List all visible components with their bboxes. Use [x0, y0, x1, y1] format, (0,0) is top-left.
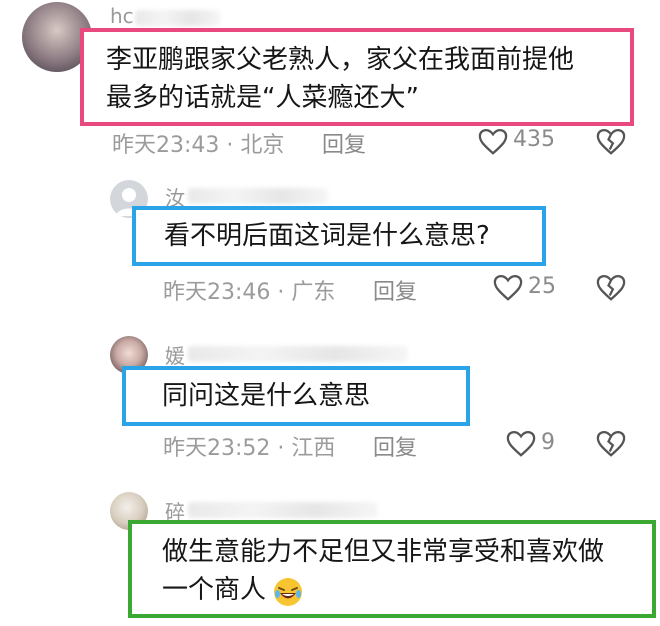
comment-text-line: 同问这是什么意思 [162, 381, 371, 411]
comment-text-box: 看不明后面这词是什么意思? [132, 206, 546, 266]
timestamp-location: 昨天23:43 · 北京 [112, 133, 285, 158]
username-blur [188, 188, 328, 204]
username-blur [188, 346, 408, 362]
like-icon[interactable] [493, 274, 523, 302]
like-icon[interactable] [506, 430, 536, 458]
comment-text-box: 李亚鹏跟家父老熟人，家父在我面前提他 最多的话就是“人菜瘾还大” [80, 28, 634, 126]
comment-text-line: 一个商人 [162, 575, 267, 605]
timestamp-location: 昨天23:52 · 江西 [163, 436, 336, 461]
like-count: 435 [513, 127, 555, 152]
dislike-icon[interactable] [596, 274, 626, 302]
comment-text-line: 李亚鹏跟家父老熟人，家父在我面前提他 [106, 45, 575, 75]
username[interactable]: 媛 [165, 340, 185, 369]
laughing-emoji-icon [272, 576, 304, 608]
like-count: 25 [528, 274, 556, 299]
comment-text-line: 看不明后面这词是什么意思? [164, 221, 490, 251]
username-blur [135, 10, 220, 26]
comment-text-box: 做生意能力不足但又非常享受和喜欢做 一个商人 [128, 520, 656, 618]
reply-button[interactable]: 回复 [373, 430, 417, 462]
username-blur [188, 502, 378, 518]
username[interactable]: hc [110, 4, 134, 28]
dislike-icon[interactable] [596, 128, 626, 156]
comment-text-line: 最多的话就是“人菜瘾还大” [106, 83, 419, 113]
like-icon[interactable] [478, 128, 508, 156]
reply-button[interactable]: 回复 [322, 127, 366, 159]
comment-text-line: 做生意能力不足但又非常享受和喜欢做 [162, 537, 605, 567]
comment-text-box: 同问这是什么意思 [122, 366, 470, 426]
timestamp-location: 昨天23:46 · 广东 [163, 280, 336, 305]
like-count: 9 [541, 430, 555, 455]
dislike-icon[interactable] [596, 430, 626, 458]
reply-button[interactable]: 回复 [373, 274, 417, 306]
